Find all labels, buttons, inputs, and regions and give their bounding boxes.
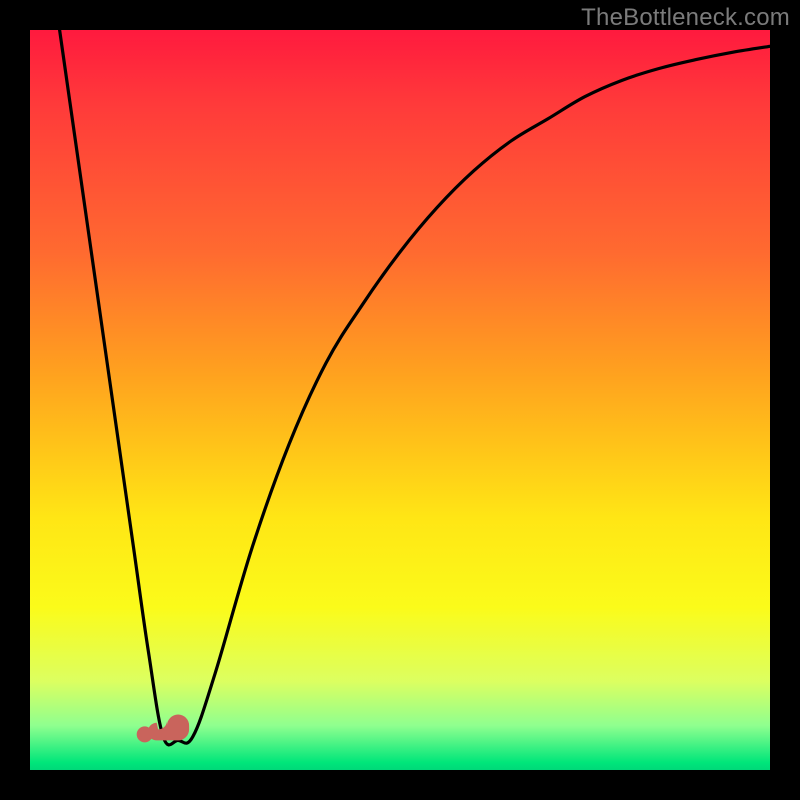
- chart-frame: TheBottleneck.com: [0, 0, 800, 800]
- watermark-text: TheBottleneck.com: [581, 4, 790, 32]
- plot-area: [30, 30, 770, 770]
- optimal-marker: [137, 715, 189, 743]
- optimal-marker-j: [148, 715, 189, 741]
- bottleneck-curve-path: [60, 30, 770, 745]
- bottleneck-curve-svg: [30, 30, 770, 770]
